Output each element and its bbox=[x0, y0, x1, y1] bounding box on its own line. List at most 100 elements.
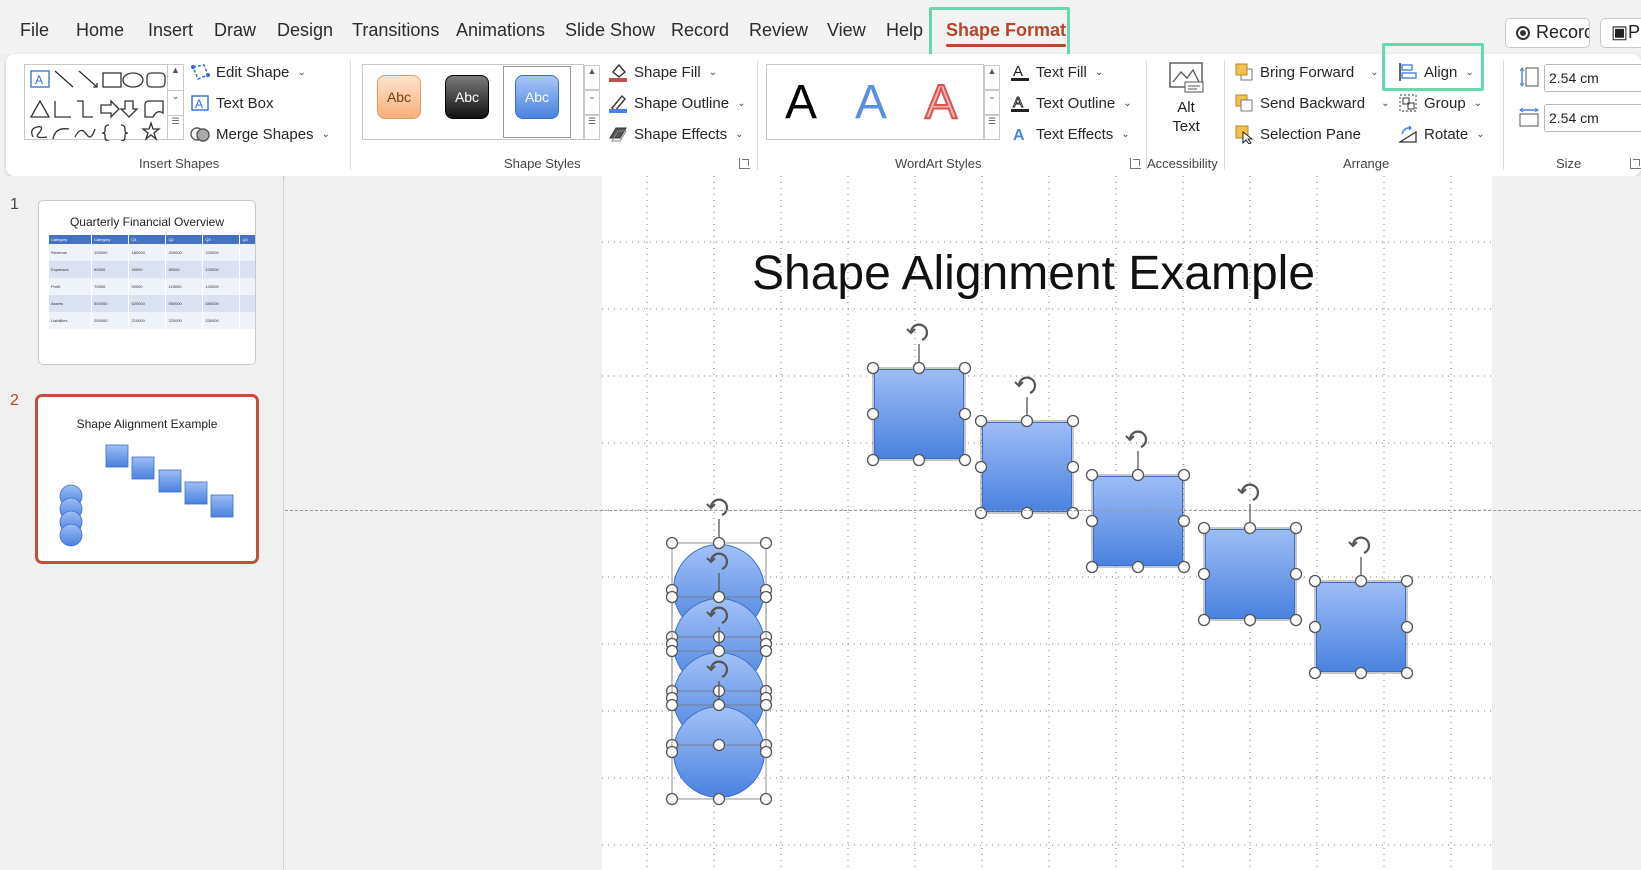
text-effects-button[interactable]: A Text Effects ⌄ bbox=[1010, 122, 1130, 146]
shape-effects-button[interactable]: Shape Effects ⌄ bbox=[608, 122, 744, 146]
chevron-down-icon: ⌄ bbox=[735, 128, 744, 140]
square-shape-3[interactable] bbox=[1093, 476, 1183, 566]
group-divider bbox=[350, 60, 351, 170]
svg-text:A: A bbox=[1013, 127, 1025, 144]
shape-height-input[interactable]: 2.54 cm ▲ ▼ bbox=[1544, 64, 1641, 92]
square-shape-5[interactable] bbox=[1316, 582, 1406, 672]
slide-canvas[interactable]: Shape Alignment Example bbox=[602, 176, 1492, 870]
arrange-group-label: Arrange bbox=[1343, 156, 1390, 171]
table-header-cell: Q1 bbox=[128, 235, 167, 244]
edit-shape-icon bbox=[191, 64, 210, 80]
slide-editing-area: Shape Alignment Example bbox=[285, 176, 1641, 870]
table-cell bbox=[239, 295, 255, 312]
align-button[interactable]: Align ⌄ bbox=[1398, 60, 1474, 84]
pen-outline-icon bbox=[609, 94, 627, 113]
shapes-gallery[interactable]: A ▲ ⌄ ☰ bbox=[24, 64, 184, 142]
tab-draw[interactable]: Draw bbox=[214, 20, 256, 41]
size-launcher-icon[interactable] bbox=[1630, 158, 1641, 169]
slide-thumbnail-2[interactable]: Shape Alignment Example bbox=[35, 394, 259, 564]
tab-record[interactable]: Record bbox=[671, 20, 729, 41]
group-divider bbox=[1146, 60, 1147, 170]
wordart-launcher-icon[interactable] bbox=[1130, 158, 1141, 169]
shape-effects-icon bbox=[609, 127, 627, 142]
rotate-icon bbox=[1398, 125, 1417, 143]
table-cell: 115000 bbox=[165, 278, 204, 295]
shape-width-icon bbox=[1519, 107, 1539, 127]
wordart-style-blue[interactable]: A bbox=[855, 75, 887, 130]
styles-scroll-up[interactable]: ▲ bbox=[584, 65, 600, 90]
styles-scroll-down[interactable]: ⌄ bbox=[584, 90, 600, 115]
tab-slide-show[interactable]: Slide Show bbox=[565, 20, 655, 41]
wordart-style-black[interactable]: A bbox=[785, 75, 817, 130]
slide-number-1: 1 bbox=[10, 196, 19, 213]
wordart-scroll-down[interactable]: ⌄ bbox=[984, 90, 1000, 115]
shape-height-value: 2.54 cm bbox=[1549, 70, 1599, 86]
tab-shape-format[interactable]: Shape Format bbox=[946, 20, 1067, 47]
tab-review[interactable]: Review bbox=[749, 20, 808, 41]
table-cell: 210000 bbox=[128, 312, 167, 329]
tab-transitions[interactable]: Transitions bbox=[352, 20, 439, 41]
slide-number-2: 2 bbox=[10, 392, 19, 409]
tab-view[interactable]: View bbox=[827, 20, 866, 41]
tab-animations[interactable]: Animations bbox=[456, 20, 545, 41]
table-cell: 150000 bbox=[91, 244, 130, 261]
size-group-label: Size bbox=[1556, 156, 1582, 171]
square-shape-1[interactable] bbox=[874, 369, 964, 459]
record-button[interactable]: Record bbox=[1505, 18, 1590, 48]
table-header-cell: Q3 bbox=[202, 235, 241, 244]
table-cell: 200000 bbox=[91, 312, 130, 329]
shape-outline-button[interactable]: Shape Outline ⌄ bbox=[608, 91, 745, 115]
tab-design[interactable]: Design bbox=[277, 20, 333, 41]
shape-style-chip-black[interactable]: Abc bbox=[445, 75, 489, 119]
slide-thumbnail-1[interactable]: Quarterly Financial Overview Category Ca… bbox=[38, 200, 256, 365]
table-cell: Revenue bbox=[49, 244, 93, 261]
table-cell bbox=[239, 312, 255, 329]
text-fill-button[interactable]: A Text Fill ⌄ bbox=[1010, 60, 1103, 84]
table-cell: 230000 bbox=[202, 312, 241, 329]
send-backward-button[interactable]: Send Backward ⌄ bbox=[1234, 91, 1389, 115]
tab-file[interactable]: File bbox=[20, 20, 49, 41]
shape-style-chip-blue[interactable]: Abc bbox=[515, 75, 559, 119]
edit-shape-button[interactable]: Edit Shape ⌄ bbox=[190, 60, 306, 84]
present-label: Pr bbox=[1628, 22, 1641, 42]
group-button[interactable]: Group ⌄ bbox=[1398, 91, 1482, 115]
wordart-scroll-up[interactable]: ▲ bbox=[984, 65, 1000, 90]
wordart-more[interactable]: ☰ bbox=[984, 115, 1000, 140]
text-box-button[interactable]: A Text Box bbox=[190, 91, 274, 115]
table-cell: Expenses bbox=[49, 261, 93, 278]
styles-more[interactable]: ☰ bbox=[584, 115, 600, 140]
slide-title[interactable]: Shape Alignment Example bbox=[752, 246, 1315, 301]
table-cell: 520000 bbox=[128, 295, 167, 312]
circle-shape-4[interactable] bbox=[673, 706, 765, 798]
svg-text:A: A bbox=[35, 73, 43, 87]
table-cell bbox=[239, 244, 255, 261]
text-outline-button[interactable]: A Text Outline ⌄ bbox=[1010, 91, 1132, 115]
shape-fill-label: Shape Fill bbox=[634, 63, 701, 81]
shape-fill-button[interactable]: Shape Fill ⌄ bbox=[608, 60, 717, 84]
table-cell: 180000 bbox=[128, 244, 167, 261]
tab-insert[interactable]: Insert bbox=[148, 20, 193, 41]
gallery-scroll-down[interactable]: ⌄ bbox=[167, 90, 183, 115]
shape-width-input[interactable]: 2.54 cm ▲ ▼ bbox=[1544, 104, 1641, 132]
gallery-scroll-up[interactable]: ▲ bbox=[167, 65, 183, 90]
wordart-style-red-outline[interactable]: A bbox=[924, 75, 958, 130]
alt-text-button[interactable]: Alt Text bbox=[1156, 60, 1216, 140]
group-objects-icon bbox=[1399, 94, 1417, 112]
bring-forward-button[interactable]: Bring Forward ⌄ bbox=[1234, 60, 1379, 84]
merge-shapes-button[interactable]: Merge Shapes ⌄ bbox=[190, 122, 330, 146]
table-cell: 90000 bbox=[128, 278, 167, 295]
tab-home[interactable]: Home bbox=[76, 20, 124, 41]
shape-styles-launcher-icon[interactable] bbox=[739, 158, 750, 169]
present-button[interactable]: ▣Pr bbox=[1600, 18, 1641, 48]
table-row: Assets 500000 520000 550000 580000 bbox=[49, 295, 255, 312]
shape-style-chip-orange[interactable]: Abc bbox=[377, 75, 421, 119]
square-shape-2[interactable] bbox=[982, 422, 1072, 512]
bring-forward-icon bbox=[1235, 63, 1253, 81]
square-shape-4[interactable] bbox=[1205, 529, 1295, 619]
selection-pane-button[interactable]: Selection Pane bbox=[1234, 122, 1361, 146]
rotate-button[interactable]: Rotate ⌄ bbox=[1398, 122, 1485, 146]
tab-help[interactable]: Help bbox=[886, 20, 923, 41]
send-backward-icon bbox=[1235, 94, 1253, 112]
gallery-more[interactable]: ☰ bbox=[167, 115, 183, 140]
group-divider bbox=[1224, 60, 1225, 170]
